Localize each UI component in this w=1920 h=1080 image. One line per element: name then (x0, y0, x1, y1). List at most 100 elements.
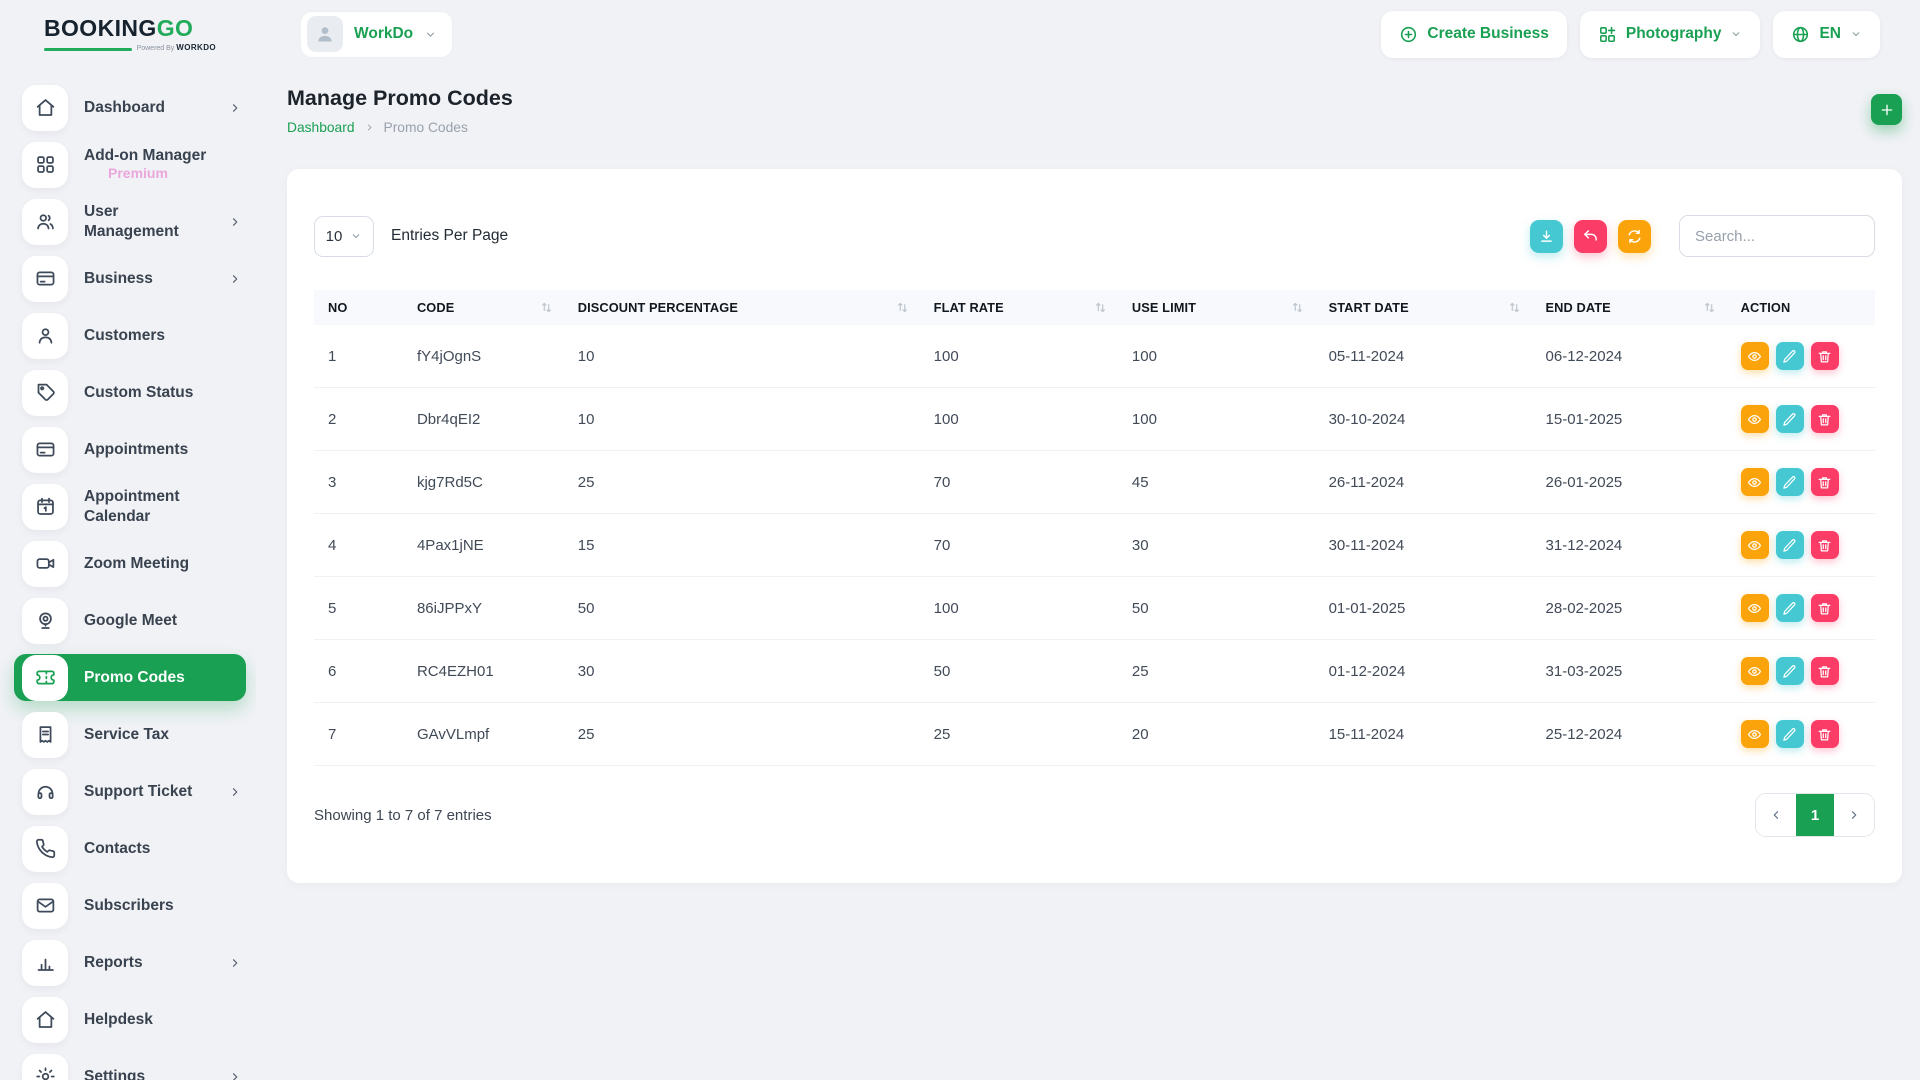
cell-code: fY4jOgnS (403, 325, 564, 388)
sort-icon (1290, 300, 1305, 315)
download-icon (1538, 228, 1555, 245)
edit-button[interactable] (1776, 720, 1804, 748)
view-button[interactable] (1741, 405, 1769, 433)
mail-icon (22, 883, 68, 929)
cell-use-limit: 45 (1118, 451, 1315, 514)
sidebar-item-google-meet[interactable]: Google Meet (22, 597, 242, 644)
refresh-button[interactable] (1618, 220, 1651, 253)
sidebar-item-label: Custom Status (84, 383, 193, 402)
sidebar-item-helpdesk[interactable]: Helpdesk (22, 996, 242, 1043)
business-type-selector[interactable]: Photography (1580, 11, 1761, 58)
view-button[interactable] (1741, 657, 1769, 685)
trash-icon (1817, 727, 1832, 742)
table-row: 1fY4jOgnS1010010005-11-202406-12-2024 (314, 325, 1875, 388)
language-selector[interactable]: EN (1773, 11, 1880, 58)
cell-start-date: 01-01-2025 (1315, 577, 1532, 640)
view-button[interactable] (1741, 468, 1769, 496)
column-header-end-date[interactable]: END DATE (1532, 290, 1727, 325)
reset-button[interactable] (1574, 220, 1607, 253)
cell-discount-percentage: 50 (564, 577, 920, 640)
sidebar-item-add-on-manager[interactable]: Add-on ManagerPremium (22, 141, 242, 188)
refresh-icon (1626, 228, 1643, 245)
delete-button[interactable] (1811, 657, 1839, 685)
view-button[interactable] (1741, 342, 1769, 370)
sidebar-item-label: Support Ticket (84, 782, 192, 801)
search-input[interactable] (1679, 215, 1875, 257)
sidebar-item-zoom-meeting[interactable]: Zoom Meeting (22, 540, 242, 587)
table-row: 44Pax1jNE15703030-11-202431-12-2024 (314, 514, 1875, 577)
delete-button[interactable] (1811, 720, 1839, 748)
sidebar-item-contacts[interactable]: Contacts (22, 825, 242, 872)
cell-start-date: 26-11-2024 (1315, 451, 1532, 514)
eye-icon (1747, 538, 1762, 553)
cell-code: GAvVLmpf (403, 703, 564, 766)
trash-icon (1817, 664, 1832, 679)
showing-entries-text: Showing 1 to 7 of 7 entries (314, 807, 492, 824)
cell-action (1727, 451, 1875, 514)
edit-button[interactable] (1776, 594, 1804, 622)
create-business-button[interactable]: Create Business (1381, 11, 1566, 58)
delete-button[interactable] (1811, 531, 1839, 559)
column-header-use-limit[interactable]: USE LIMIT (1118, 290, 1315, 325)
sidebar-item-service-tax[interactable]: Service Tax (22, 711, 242, 758)
breadcrumb-current: Promo Codes (384, 120, 468, 135)
delete-button[interactable] (1811, 405, 1839, 433)
add-promo-code-button[interactable] (1871, 94, 1902, 125)
cell-action (1727, 703, 1875, 766)
sidebar-item-reports[interactable]: Reports (22, 939, 242, 986)
pencil-icon (1782, 664, 1797, 679)
chevron-down-icon (350, 230, 362, 242)
edit-button[interactable] (1776, 405, 1804, 433)
chevron-down-icon (424, 28, 437, 41)
sidebar-item-label: Google Meet (84, 611, 177, 630)
sidebar-item-customers[interactable]: Customers (22, 312, 242, 359)
workspace-selector[interactable]: WorkDo (300, 11, 453, 58)
cell-use-limit: 100 (1118, 388, 1315, 451)
delete-button[interactable] (1811, 468, 1839, 496)
edit-button[interactable] (1776, 531, 1804, 559)
pencil-icon (1782, 349, 1797, 364)
promo-codes-table: NOCODEDISCOUNT PERCENTAGEFLAT RATEUSE LI… (314, 290, 1875, 766)
sidebar-item-subscribers[interactable]: Subscribers (22, 882, 242, 929)
sidebar-item-dashboard[interactable]: Dashboard (22, 84, 242, 131)
view-button[interactable] (1741, 531, 1769, 559)
view-button[interactable] (1741, 594, 1769, 622)
sidebar-item-business[interactable]: Business (22, 255, 242, 302)
cell-start-date: 30-10-2024 (1315, 388, 1532, 451)
current-page-number[interactable]: 1 (1796, 794, 1834, 836)
edit-button[interactable] (1776, 657, 1804, 685)
sidebar-item-appointment-calendar[interactable]: Appointment Calendar (22, 483, 242, 530)
chevron-down-icon (1850, 28, 1862, 40)
cell-discount-percentage: 15 (564, 514, 920, 577)
view-button[interactable] (1741, 720, 1769, 748)
delete-button[interactable] (1811, 594, 1839, 622)
column-header-flat-rate[interactable]: FLAT RATE (920, 290, 1118, 325)
chevron-right-icon (364, 122, 375, 133)
previous-page-button[interactable] (1756, 794, 1796, 836)
sidebar-item-custom-status[interactable]: Custom Status (22, 369, 242, 416)
sidebar-item-label: Reports (84, 953, 143, 972)
column-header-start-date[interactable]: START DATE (1315, 290, 1532, 325)
cell-end-date: 06-12-2024 (1532, 325, 1727, 388)
chevron-right-icon (1847, 808, 1861, 822)
export-download-button[interactable] (1530, 220, 1563, 253)
entries-per-page-select[interactable]: 10 (314, 216, 374, 257)
sidebar-item-settings[interactable]: Settings (22, 1053, 242, 1080)
promo-codes-card: 10 Entries Per Page NOCODEDISCOUNT PERCE… (287, 169, 1902, 883)
chevron-right-icon (228, 956, 242, 970)
breadcrumb: Dashboard Promo Codes (287, 120, 513, 135)
breadcrumb-dashboard-link[interactable]: Dashboard (287, 120, 355, 135)
edit-button[interactable] (1776, 468, 1804, 496)
topbar: BOOKINGGO Powered By WORKDO WorkDo Creat… (0, 0, 1920, 58)
sidebar-item-user-management[interactable]: User Management (22, 198, 242, 245)
column-header-discount-percentage[interactable]: DISCOUNT PERCENTAGE (564, 290, 920, 325)
edit-button[interactable] (1776, 342, 1804, 370)
cell-action (1727, 514, 1875, 577)
eye-icon (1747, 412, 1762, 427)
next-page-button[interactable] (1834, 794, 1874, 836)
delete-button[interactable] (1811, 342, 1839, 370)
sidebar-item-appointments[interactable]: Appointments (22, 426, 242, 473)
sidebar-item-support-ticket[interactable]: Support Ticket (22, 768, 242, 815)
sidebar-item-promo-codes[interactable]: Promo Codes (14, 654, 246, 701)
column-header-code[interactable]: CODE (403, 290, 564, 325)
